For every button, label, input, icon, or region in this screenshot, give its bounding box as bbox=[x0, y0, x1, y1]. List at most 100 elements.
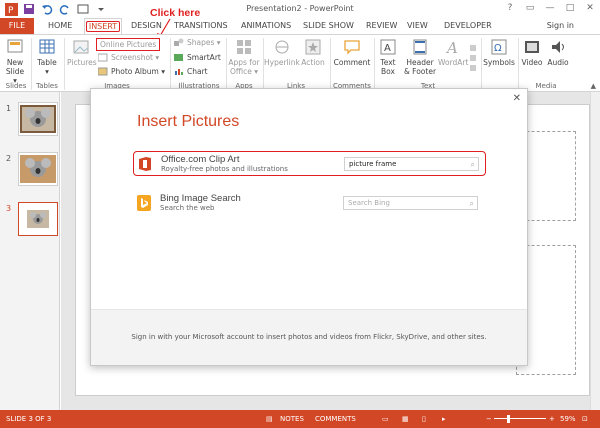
sign-in-link[interactable]: Sign in bbox=[547, 21, 574, 30]
comment-label: Comment bbox=[333, 58, 371, 67]
header-footer-button[interactable]: Header & Footer bbox=[402, 38, 438, 76]
screenshot-button[interactable]: Screenshot ▾ bbox=[98, 53, 159, 62]
text-box-label: Text bbox=[380, 58, 396, 67]
comments-button[interactable]: COMMENTS bbox=[315, 415, 356, 423]
tab-review[interactable]: REVIEW bbox=[366, 21, 397, 30]
header-footer-icon bbox=[413, 39, 427, 55]
sign-in-message: Sign in with your Microsoft account to i… bbox=[131, 333, 487, 341]
comment-button[interactable]: Comment bbox=[332, 38, 372, 67]
new-slide-label: New bbox=[6, 58, 24, 67]
online-pictures-label: Online Pictures bbox=[96, 38, 161, 51]
text-box-button[interactable]: A Text Box bbox=[376, 38, 400, 76]
ribbon-separator bbox=[31, 38, 32, 90]
dialog-title: Insert Pictures bbox=[137, 113, 240, 130]
search-icon[interactable]: ⌕ bbox=[470, 198, 474, 210]
wordart-button[interactable]: A WordArt bbox=[438, 38, 468, 67]
smartart-icon bbox=[174, 54, 183, 61]
tab-view[interactable]: VIEW bbox=[407, 21, 428, 30]
text-box-icon: A bbox=[380, 39, 396, 55]
office-search-input[interactable]: picture frame ⌕ bbox=[344, 157, 479, 171]
apps-label: Apps for bbox=[228, 58, 260, 67]
tab-slide-show[interactable]: SLIDE SHOW bbox=[303, 21, 354, 30]
fit-slide-icon[interactable]: ⊡ bbox=[582, 415, 588, 423]
video-button[interactable]: Video bbox=[520, 38, 544, 67]
action-button[interactable]: Action bbox=[299, 38, 327, 67]
normal-view-icon[interactable]: ▭ bbox=[382, 415, 389, 423]
new-slide-button[interactable]: New Slide ▾ bbox=[3, 38, 27, 85]
spell-check-icon[interactable]: ▤ bbox=[266, 415, 273, 423]
tab-design[interactable]: DESIGN bbox=[131, 21, 162, 30]
chart-button[interactable]: Chart bbox=[174, 67, 208, 76]
symbols-button[interactable]: Ω Symbols bbox=[482, 38, 516, 67]
collapse-ribbon-icon[interactable]: ▲ bbox=[591, 82, 596, 90]
bing-search-input[interactable]: Search Bing ⌕ bbox=[343, 196, 478, 210]
help-button[interactable]: ? bbox=[500, 0, 520, 16]
video-label: Video bbox=[521, 58, 543, 67]
tab-animations[interactable]: ANIMATIONS bbox=[241, 21, 291, 30]
ribbon-display-options-button[interactable]: ▭ bbox=[520, 0, 540, 16]
koala-picture-icon bbox=[20, 105, 56, 133]
wordart-label: WordArt bbox=[438, 58, 469, 67]
maximize-button[interactable]: □ bbox=[560, 0, 580, 16]
tab-file[interactable]: FILE bbox=[0, 18, 34, 34]
shapes-button[interactable]: Shapes ▾ bbox=[174, 38, 221, 47]
apps-for-office-button[interactable]: Apps for Office ▾ bbox=[228, 38, 260, 76]
slide-number: 2 bbox=[6, 154, 12, 163]
office-clip-art-row[interactable]: Office.com Clip Art Royalty-free photos … bbox=[133, 151, 486, 176]
slide-thumbnail[interactable] bbox=[18, 152, 58, 186]
audio-icon bbox=[552, 41, 564, 53]
pictures-label: Pictures bbox=[67, 58, 97, 67]
screenshot-label: Screenshot ▾ bbox=[111, 53, 160, 62]
ribbon: New Slide ▾ Slides Table ▾ Tables Pictur… bbox=[0, 34, 600, 92]
hyperlink-button[interactable]: Hyperlink bbox=[264, 38, 300, 67]
dialog-close-button[interactable]: ✕ bbox=[513, 93, 521, 104]
bing-image-search-row[interactable]: Bing Image Search Search the web Search … bbox=[133, 191, 486, 216]
close-window-button[interactable]: ✕ bbox=[580, 0, 600, 16]
search-icon[interactable]: ⌕ bbox=[471, 159, 475, 171]
table-label: Table bbox=[37, 58, 57, 67]
insert-pictures-dialog: ✕ Insert Pictures Office.com Clip Art Ro… bbox=[90, 88, 528, 366]
zoom-in-button[interactable]: + bbox=[549, 415, 555, 423]
slide-thumbnail-selected[interactable] bbox=[18, 202, 58, 236]
table-button[interactable]: Table ▾ bbox=[34, 38, 60, 76]
slide-thumbnail[interactable] bbox=[18, 102, 58, 136]
slide-thumbnails-pane: 1 2 3 bbox=[0, 92, 60, 410]
zoom-slider[interactable] bbox=[494, 418, 546, 419]
text-more-button[interactable] bbox=[468, 43, 478, 81]
symbols-label: Symbols bbox=[483, 58, 515, 67]
audio-button[interactable]: Audio bbox=[546, 38, 570, 67]
tab-home[interactable]: HOME bbox=[48, 21, 72, 30]
dialog-footer: Sign in with your Microsoft account to i… bbox=[91, 309, 527, 365]
vertical-scrollbar[interactable] bbox=[590, 92, 600, 410]
pictures-button[interactable]: Pictures bbox=[67, 38, 97, 67]
apps-icon bbox=[237, 40, 251, 54]
slide-sorter-icon[interactable]: ▦ bbox=[402, 415, 409, 423]
click-here-callout: Click here bbox=[150, 7, 201, 19]
ribbon-separator bbox=[330, 38, 331, 90]
header-footer-label-2: & Footer bbox=[403, 67, 437, 76]
tab-developer[interactable]: DEVELOPER bbox=[444, 21, 492, 30]
status-bar: SLIDE 3 OF 3 ▤ NOTES COMMENTS ▭ ▦ ▯ ▸ − … bbox=[0, 410, 600, 428]
ribbon-separator bbox=[64, 38, 65, 90]
slide-counter: SLIDE 3 OF 3 bbox=[6, 415, 52, 423]
online-pictures-button[interactable]: Online Pictures bbox=[96, 38, 161, 51]
tab-transitions[interactable]: TRANSITIONS bbox=[174, 21, 228, 30]
audio-label: Audio bbox=[547, 58, 569, 67]
smartart-button[interactable]: SmartArt bbox=[174, 53, 221, 62]
minimize-button[interactable]: — bbox=[540, 0, 560, 16]
photo-album-button[interactable]: Photo Album ▾ bbox=[98, 67, 165, 76]
notes-button[interactable]: NOTES bbox=[280, 415, 304, 423]
koala-picture-icon bbox=[20, 155, 56, 183]
chart-label: Chart bbox=[187, 67, 208, 76]
new-slide-icon bbox=[7, 39, 23, 53]
zoom-slider-thumb[interactable] bbox=[507, 415, 511, 423]
reading-view-icon[interactable]: ▯ bbox=[422, 415, 426, 423]
slide-show-icon[interactable]: ▸ bbox=[442, 415, 446, 423]
ribbon-tabs: FILE HOME INSERT DESIGN TRANSITIONS ANIM… bbox=[0, 18, 600, 35]
source-name: Bing Image Search bbox=[160, 193, 241, 204]
action-icon bbox=[305, 39, 321, 55]
zoom-out-button[interactable]: − bbox=[486, 415, 492, 423]
tab-insert[interactable]: INSERT bbox=[84, 18, 122, 35]
powerpoint-window: P Presentation2 - PowerPoint ? ▭ — □ ✕ F… bbox=[0, 0, 600, 428]
zoom-level[interactable]: 59% bbox=[560, 415, 576, 423]
